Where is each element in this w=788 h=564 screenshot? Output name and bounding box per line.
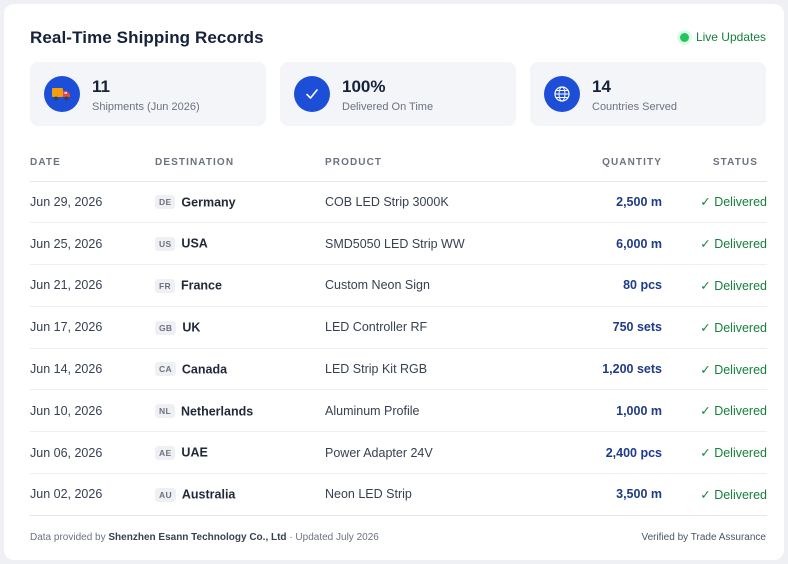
table-row: Jun 17, 2026 GB UK LED Controller RF 750 … xyxy=(30,306,767,349)
stat-label: Shipments (Jun 2026) xyxy=(92,101,200,113)
row-destination: FR France xyxy=(155,264,325,307)
stat-on-time: 100% Delivered On Time xyxy=(280,62,516,126)
country-code-badge: DE xyxy=(155,195,176,210)
row-country: UAE xyxy=(181,446,208,461)
row-quantity: 3,500 m xyxy=(565,473,662,516)
row-product: Aluminum Profile xyxy=(325,389,565,433)
company-name: Shenzhen Esann Technology Co., Ltd xyxy=(108,532,287,543)
country-code-badge: AU xyxy=(155,487,176,502)
country-code-badge: FR xyxy=(155,278,175,293)
row-date: Jun 17, 2026 xyxy=(30,306,155,349)
row-country: Canada xyxy=(181,362,228,377)
table-row: Jun 25, 2026 US USA SMD5050 LED Strip WW … xyxy=(30,222,767,266)
stat-label: Delivered On Time xyxy=(342,101,434,113)
row-country: France xyxy=(180,278,222,293)
row-destination: AU Australia xyxy=(155,473,325,516)
row-status: ✓ Delivered xyxy=(662,264,767,307)
row-status: ✓ Delivered xyxy=(662,473,767,516)
data-source-prefix: Data provided by xyxy=(30,532,106,543)
shipping-records-card: Real-Time Shipping Records Live Updates … xyxy=(4,4,784,560)
row-date: Jun 14, 2026 xyxy=(30,348,155,391)
country-code-badge: NL xyxy=(155,404,175,419)
row-product: Power Adapter 24V xyxy=(325,431,565,475)
stat-value: 11 xyxy=(92,77,110,96)
table-row: Jun 10, 2026 NL Netherlands Aluminum Prof… xyxy=(30,389,767,433)
table-row: Jun 06, 2026 AE UAE Power Adapter 24V 2,4… xyxy=(30,431,767,475)
row-destination: AE UAE xyxy=(155,431,325,475)
verification-note: Verified by Trade Assurance xyxy=(641,532,766,543)
row-quantity: 6,000 m xyxy=(565,222,662,266)
table-row: Jun 29, 2026 DE Germany COB LED Strip 300… xyxy=(30,181,767,224)
country-code-badge: CA xyxy=(155,362,176,377)
row-country: USA xyxy=(181,237,208,252)
row-product: SMD5050 LED Strip WW xyxy=(325,222,565,266)
column-header-product: PRODUCT xyxy=(325,145,565,182)
card-title: Real-Time Shipping Records xyxy=(30,28,264,47)
card-header: Real-Time Shipping Records Live Updates xyxy=(30,28,766,52)
row-status: ✓ Delivered xyxy=(662,431,767,475)
country-code-badge: GB xyxy=(155,320,177,335)
row-quantity: 80 pcs xyxy=(565,264,662,307)
row-status: ✓ Delivered xyxy=(662,222,767,266)
row-product: Custom Neon Sign xyxy=(325,264,565,307)
stats-row: 11 Shipments (Jun 2026) 100% Delivered O… xyxy=(30,62,766,126)
row-country: Germany xyxy=(181,195,236,210)
row-destination: NL Netherlands xyxy=(155,389,325,433)
column-header-date: DATE xyxy=(30,145,155,182)
row-status: ✓ Delivered xyxy=(662,306,767,349)
table-row: Jun 21, 2026 FR France Custom Neon Sign 8… xyxy=(30,264,767,307)
row-country: Netherlands xyxy=(180,404,254,419)
row-quantity: 750 sets xyxy=(565,306,662,349)
table-header-row: DATE DESTINATION PRODUCT QUANTITY STATUS xyxy=(30,145,767,182)
row-status: ✓ Delivered xyxy=(662,181,767,224)
row-destination: US USA xyxy=(155,222,325,266)
row-product: COB LED Strip 3000K xyxy=(325,181,565,224)
row-date: Jun 29, 2026 xyxy=(30,181,155,224)
live-dot-icon xyxy=(679,32,689,42)
stat-label: Countries Served xyxy=(592,101,677,113)
row-quantity: 2,500 m xyxy=(565,181,662,224)
row-product: Neon LED Strip xyxy=(325,473,565,516)
row-date: Jun 21, 2026 xyxy=(30,264,155,307)
country-code-badge: US xyxy=(155,237,176,252)
verified-prefix: Verified by xyxy=(641,532,689,543)
stat-shipments: 11 Shipments (Jun 2026) xyxy=(30,62,266,126)
stat-value: 100% xyxy=(342,77,386,96)
row-date: Jun 06, 2026 xyxy=(30,431,155,475)
column-header-status: STATUS xyxy=(662,145,767,182)
row-destination: DE Germany xyxy=(155,181,325,224)
row-date: Jun 02, 2026 xyxy=(30,473,155,516)
table-row: Jun 14, 2026 CA Canada LED Strip Kit RGB … xyxy=(30,348,767,391)
live-updates-label: Live Updates xyxy=(695,30,766,44)
column-header-destination: DESTINATION xyxy=(155,145,325,182)
row-status: ✓ Delivered xyxy=(662,389,767,433)
row-date: Jun 25, 2026 xyxy=(30,222,155,266)
truck-icon xyxy=(44,76,80,112)
row-product: LED Controller RF xyxy=(325,306,565,349)
stat-countries: 14 Countries Served xyxy=(530,62,766,126)
check-icon xyxy=(294,76,330,112)
verified-by: Trade Assurance xyxy=(690,532,766,543)
row-quantity: 1,200 sets xyxy=(565,348,662,391)
shipping-table: DATE DESTINATION PRODUCT QUANTITY STATUS… xyxy=(30,145,767,516)
globe-icon xyxy=(544,76,580,112)
row-country: UK xyxy=(182,320,201,335)
row-destination: CA Canada xyxy=(155,348,325,391)
live-updates-indicator: Live Updates xyxy=(679,30,766,44)
row-status: ✓ Delivered xyxy=(662,348,767,391)
data-source-note: Data provided by Shenzhen Esann Technolo… xyxy=(30,532,379,543)
column-header-quantity: QUANTITY xyxy=(565,145,662,182)
stat-value: 14 xyxy=(592,77,611,96)
updated-note: · Updated July 2026 xyxy=(289,532,379,543)
row-date: Jun 10, 2026 xyxy=(30,389,155,433)
row-quantity: 2,400 pcs xyxy=(565,431,662,475)
country-code-badge: AE xyxy=(155,446,176,461)
row-quantity: 1,000 m xyxy=(565,389,662,433)
table-row: Jun 02, 2026 AU Australia Neon LED Strip … xyxy=(30,473,767,516)
row-product: LED Strip Kit RGB xyxy=(325,348,565,391)
row-destination: GB UK xyxy=(155,306,325,349)
row-country: Australia xyxy=(181,487,236,502)
